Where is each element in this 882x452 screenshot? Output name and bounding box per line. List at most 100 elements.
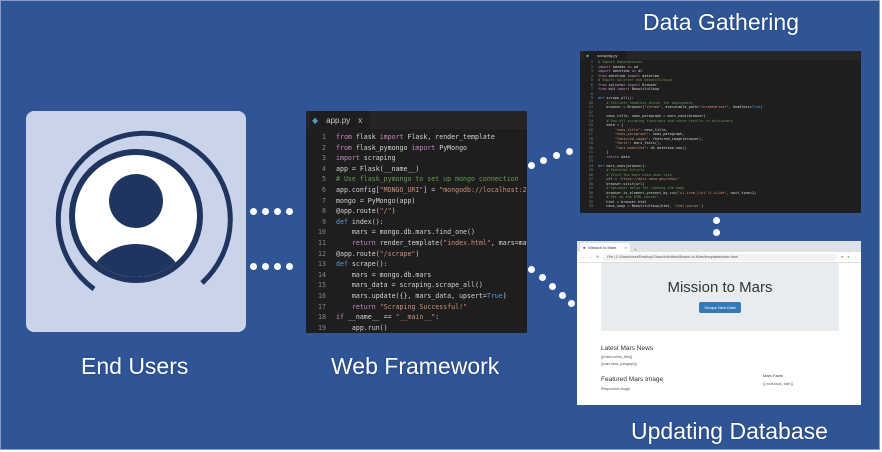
web-framework-code-editor: ◆ app.py x 1 from flask import Flask, rende…: [306, 111, 530, 333]
connector-dot: [540, 157, 547, 164]
code-text: mars.update({}, mars_data, upsert=True): [336, 291, 507, 300]
line-number: 14: [318, 270, 326, 279]
line-number: 3: [322, 154, 326, 163]
code-text: "last_modified": dt.datetime.now(): [614, 145, 687, 150]
code-text: app.config["MONGO_URI"] = "mongodb://loc…: [336, 185, 527, 194]
code-text: from flask_pymongo import PyMongo: [336, 143, 468, 152]
editor-tab[interactable]: ◆ app.py x: [310, 111, 371, 129]
code-text: return render_template("index.html", mar…: [351, 238, 527, 247]
line-number: 6: [322, 185, 326, 194]
line-number: 13: [318, 260, 326, 269]
browser-tab[interactable]: ● Mission to Mars ×: [580, 243, 630, 252]
line-number: 11: [318, 238, 326, 247]
code-text: mars = mongo.db.mars.find_one(): [336, 228, 475, 237]
code-text: return data: [606, 154, 630, 159]
line-number: 8: [322, 207, 326, 216]
code-text: from flask import Flask, render_template: [336, 133, 495, 141]
tab-label: app.py: [326, 115, 351, 125]
line-number: 5: [322, 175, 326, 184]
code-line: 2 from flask_pymongo import PyMongo: [306, 143, 527, 154]
code-line: 16 mars.update({}, mars_data, upsert=Tru…: [306, 291, 527, 302]
page-heading: Mission to Mars: [667, 279, 773, 296]
line-number: 12: [318, 249, 326, 258]
news-title: {{mars.news_title}}: [601, 355, 633, 359]
tab-label: scraping.py: [597, 53, 618, 58]
scrape-button[interactable]: Scrape New Data: [699, 302, 741, 313]
menu-icon[interactable]: ⋮: [853, 255, 857, 259]
line-number: 18: [318, 313, 326, 322]
connector-dot: [250, 208, 257, 215]
line-number: 33: [588, 204, 593, 208]
data-gathering-label: Data Gathering: [643, 9, 799, 35]
extension-icon[interactable]: ●: [847, 255, 849, 259]
jumbotron: Mission to Mars Scrape New Data: [601, 263, 839, 331]
new-tab-icon[interactable]: +: [634, 247, 636, 252]
connector-dot: [713, 229, 720, 236]
featured-image: Responsive image: [601, 387, 630, 391]
close-icon[interactable]: ×: [625, 245, 630, 250]
code-line: 10 mars = mongo.db.mars.find_one(): [306, 227, 527, 238]
connector-dot: [528, 162, 535, 169]
connector-dot: [250, 263, 257, 270]
updating-database-label: Updating Database: [631, 418, 828, 444]
user-icon: [55, 130, 233, 292]
line-number: 4: [322, 164, 326, 173]
image-heading: Featured Mars Image: [601, 376, 664, 383]
code-line: 12 @app.route("/scrape"): [306, 249, 527, 260]
code-text: # Use flask_pymongo to set up mongo conn…: [336, 175, 519, 184]
web-framework-label: Web Framework: [331, 353, 500, 379]
python-file-icon: ◆: [586, 53, 590, 58]
code-area[interactable]: 1 from flask import Flask, render_templat…: [306, 129, 527, 333]
code-text: from bs4 import BeautifulSoup: [598, 87, 660, 91]
code-line: 1 from flask import Flask, render_templat…: [306, 132, 527, 143]
back-icon[interactable]: ←: [581, 255, 585, 259]
code-text: news_soup = BeautifulSoup(html, 'html.pa…: [598, 204, 704, 208]
end-users-label: End Users: [81, 353, 189, 379]
address-bar[interactable]: File | C:/Users/user/Desktop/Class/Activ…: [603, 253, 838, 261]
code-text: def index():: [336, 217, 384, 226]
forward-icon[interactable]: →: [589, 255, 593, 259]
code-text: mars_data = scraping.scrape_all(): [336, 281, 483, 290]
connector-dot: [274, 208, 281, 215]
globe-icon: ●: [583, 245, 586, 250]
line-number: 7: [322, 196, 326, 205]
close-icon[interactable]: x: [358, 116, 362, 125]
code-area[interactable]: 1 # Import Dependencies 2 import pandas as …: [580, 60, 861, 209]
editor-tab[interactable]: ◆ scraping.py: [584, 51, 626, 60]
connector-dot: [568, 300, 575, 307]
line-number: 17: [318, 302, 326, 311]
browser-window: ● Mission to Mars × + ← → ⟳ File | C:/Users/us…: [577, 241, 861, 405]
connector-dot: [286, 263, 293, 270]
connector-dot: [262, 208, 269, 215]
connector-dot: [286, 208, 293, 215]
code-line: 19 app.run(): [306, 323, 527, 333]
code-line: 15 mars_data = scraping.scrape_all(): [306, 280, 527, 291]
connector-dot: [274, 263, 281, 270]
data-gathering-code-editor: ◆ scraping.py 1 # Import Dependencies 2 impo…: [580, 51, 861, 213]
code-line: 8 @app.route("/"): [306, 206, 527, 217]
line-number: 2: [322, 143, 326, 152]
connector-dot: [539, 274, 546, 281]
code-text: import scraping: [336, 154, 396, 163]
code-text: browser = Browser("chrome", executable_p…: [598, 105, 763, 109]
connector-dot: [713, 217, 720, 224]
code-line: 6 app.config["MONGO_URI"] = "mongodb://lo…: [306, 185, 527, 196]
line-number: 1: [322, 133, 326, 141]
line-number: 19: [318, 323, 326, 332]
connector-dot: [262, 263, 269, 270]
code-line: 3 import scraping: [306, 153, 527, 164]
reload-icon[interactable]: ⟳: [596, 255, 599, 259]
connector-dot: [549, 283, 556, 290]
end-users-card: [26, 111, 246, 332]
code-line: 33 news_soup = BeautifulSoup(html, 'html…: [580, 204, 861, 209]
extension-icon[interactable]: ●: [841, 255, 843, 259]
code-line: 14 mars = mongo.db.mars: [306, 270, 527, 281]
code-text: app.run(): [336, 323, 388, 332]
python-file-icon: ◆: [312, 115, 319, 125]
code-text: mars = mongo.db.mars: [336, 270, 432, 279]
code-line: 7 mongo = PyMongo(app): [306, 196, 527, 207]
code-text: return "Scraping Successful!": [351, 302, 468, 311]
connector-dot: [553, 152, 560, 159]
code-text: app = Flask(__name__): [336, 164, 420, 173]
code-text: if __name__ == "__main__":: [336, 313, 440, 322]
